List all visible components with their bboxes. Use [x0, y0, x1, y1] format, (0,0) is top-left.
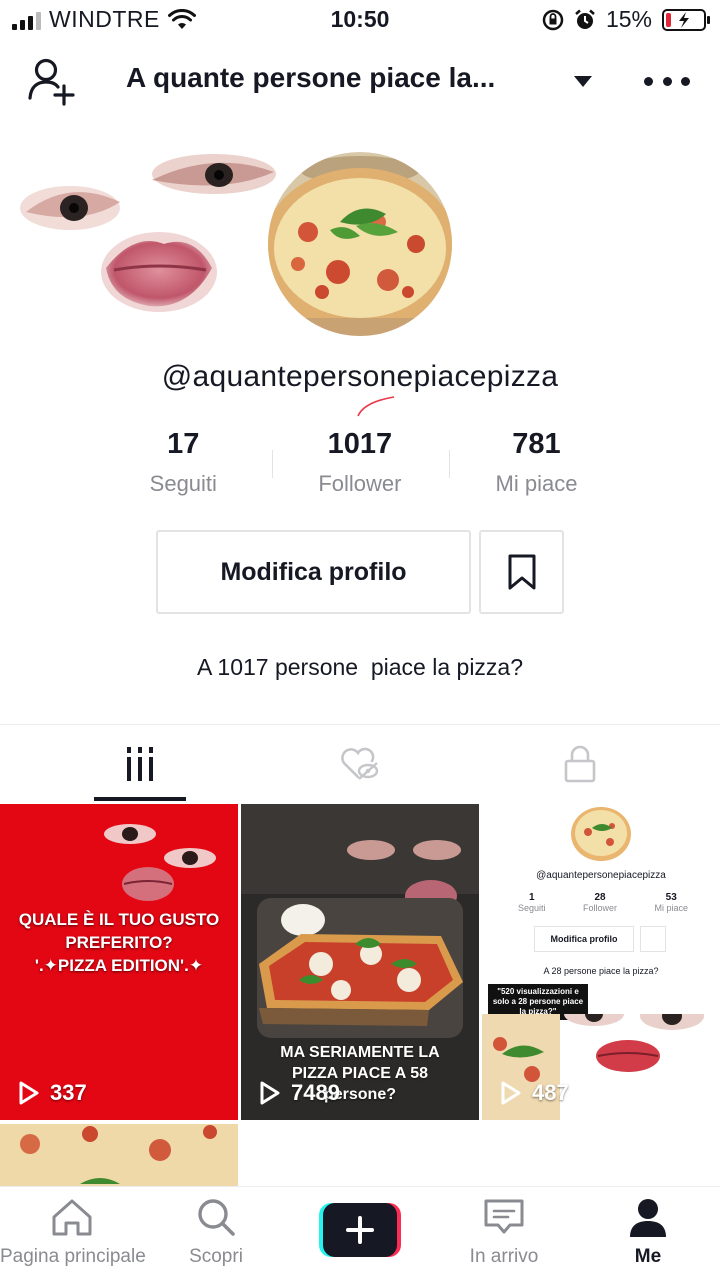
- more-icon: [644, 76, 653, 86]
- view-count: 337: [18, 1080, 87, 1106]
- followers-label: Follower: [318, 471, 402, 496]
- nav-home[interactable]: Pagina principale: [0, 1197, 146, 1277]
- mini-bookmark-icon: [640, 926, 666, 952]
- plus-icon: [319, 1203, 401, 1257]
- video-thumbnail[interactable]: @aquantepersonepiacepizza 1 Seguiti 28 Fol…: [482, 804, 720, 1120]
- alarm-icon: [575, 9, 595, 29]
- mini-edit-button: Modifica profilo: [534, 926, 634, 952]
- video-thumbnail[interactable]: MA SERIAMENTE LA PIZZA PIACE A 58 person…: [241, 804, 479, 1120]
- signal-icon: [12, 10, 41, 30]
- following-label: Seguiti: [149, 471, 217, 496]
- bookmark-icon: [508, 554, 535, 590]
- status-bar: WINDTRE 10:50 15%: [0, 0, 720, 40]
- video-thumbnail[interactable]: [0, 1124, 238, 1188]
- face-sticker: [104, 824, 216, 901]
- edit-profile-button[interactable]: Modifica profilo: [156, 530, 471, 614]
- home-icon: [52, 1199, 92, 1236]
- divider: [0, 724, 720, 725]
- add-user-button[interactable]: [26, 56, 80, 106]
- content-tabs: [0, 726, 720, 802]
- nav-inbox[interactable]: In arrivo: [432, 1197, 576, 1277]
- pizza-avatar-image: [268, 152, 452, 336]
- mini-bio: A 28 persone piace la pizza?: [543, 966, 659, 976]
- more-options-button[interactable]: [644, 66, 690, 96]
- grid-icon: [127, 747, 153, 781]
- inbox-icon: [484, 1199, 524, 1234]
- chevron-down-icon[interactable]: [574, 76, 592, 87]
- search-icon: [198, 1199, 235, 1236]
- profile-stats: 17 Seguiti 1017 Follower 781 Mi piace: [95, 428, 625, 500]
- likes-count: 781: [512, 428, 561, 460]
- account-switcher-title[interactable]: A quante persone piace la...: [126, 62, 495, 94]
- stat-following[interactable]: 17 Seguiti: [95, 428, 272, 500]
- mini-avatar: [571, 807, 631, 861]
- stat-likes[interactable]: 781 Mi piace: [448, 428, 625, 500]
- wifi-icon: [167, 8, 196, 29]
- mini-stats: 1 Seguiti 28 Follower 53 Mi piace: [518, 892, 688, 913]
- play-icon: [501, 1081, 521, 1105]
- rotation-lock-icon: [542, 9, 564, 30]
- add-user-icon: [28, 58, 75, 106]
- view-count: 487: [500, 1080, 569, 1106]
- view-count: 7489: [259, 1080, 340, 1106]
- create-video-button[interactable]: [319, 1203, 401, 1257]
- play-icon: [260, 1081, 280, 1105]
- profile-icon: [630, 1199, 666, 1237]
- mini-username: @aquantepersonepiacepizza: [536, 870, 666, 881]
- battery-icon: [662, 8, 710, 31]
- stat-divider: [272, 450, 273, 478]
- carrier-name: WINDTRE: [49, 6, 160, 32]
- followers-count: 1017: [327, 428, 393, 460]
- bottom-navigation: Pagina principale Scopri In arrivo Me: [0, 1186, 720, 1280]
- username: @aquantepersonepiacepizza: [161, 360, 559, 393]
- tab-videos[interactable]: [20, 726, 260, 802]
- video-thumbnail[interactable]: QUALE È IL TUO GUSTO PREFERITO? '.✦PIZZA…: [0, 804, 238, 1120]
- pizza-video-image: [0, 1124, 238, 1188]
- active-tab-indicator: [94, 797, 186, 801]
- liked-hidden-icon: [341, 747, 379, 780]
- scribble-mark: [357, 396, 395, 417]
- tab-private[interactable]: [460, 726, 700, 802]
- stat-divider: [449, 450, 450, 478]
- likes-label: Mi piace: [495, 471, 578, 496]
- profile-header: A quante persone piace la...: [0, 50, 720, 110]
- stat-followers[interactable]: 1017 Follower: [272, 428, 449, 500]
- lock-icon: [564, 745, 596, 783]
- favorites-button[interactable]: [479, 530, 564, 614]
- nav-me[interactable]: Me: [576, 1197, 720, 1277]
- video-caption: QUALE È IL TUO GUSTO PREFERITO? '.✦PIZZA…: [18, 910, 220, 975]
- avatar[interactable]: [268, 152, 452, 336]
- bio-text: A 1017 persone piace la pizza?: [196, 654, 524, 680]
- nav-discover[interactable]: Scopri: [144, 1197, 288, 1277]
- battery-percent: 15%: [605, 6, 652, 32]
- profile-face-art: [20, 154, 276, 312]
- play-icon: [19, 1081, 39, 1105]
- following-count: 17: [167, 428, 200, 460]
- tab-liked[interactable]: [240, 726, 480, 802]
